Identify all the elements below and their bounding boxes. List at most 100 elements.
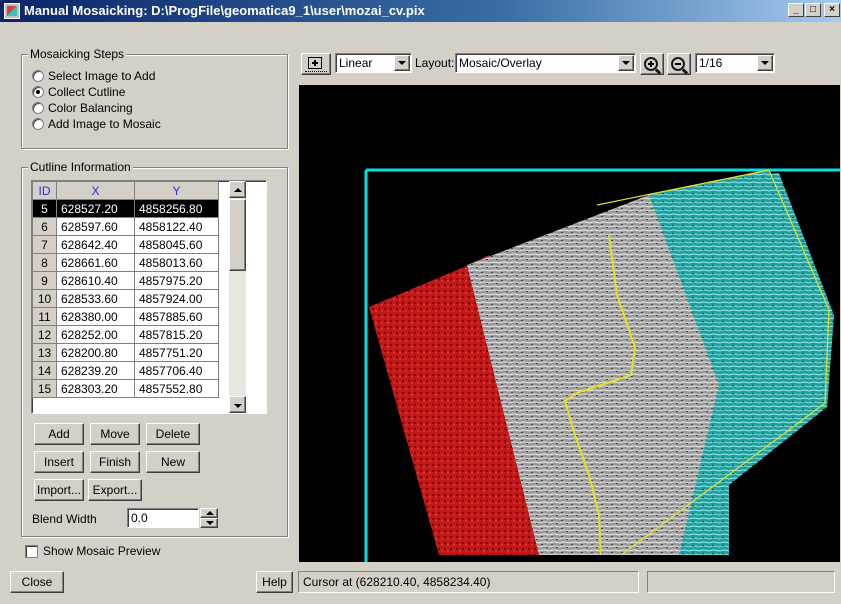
- mosaicking-steps-label: Mosaicking Steps: [28, 47, 127, 61]
- show-preview-label: Show Mosaic Preview: [43, 544, 161, 558]
- fit-to-window-button[interactable]: [301, 53, 331, 75]
- export-button[interactable]: Export...: [88, 479, 142, 501]
- scroll-down-button[interactable]: [229, 396, 246, 413]
- add-button[interactable]: Add: [34, 423, 84, 445]
- blend-width-spinner[interactable]: [200, 508, 218, 528]
- cell-id[interactable]: 12: [32, 325, 57, 344]
- cell-y[interactable]: 4858122.40: [134, 217, 219, 236]
- cell-y[interactable]: 4857552.80: [134, 379, 219, 398]
- spin-up-icon: [206, 511, 214, 515]
- import-button[interactable]: Import...: [34, 479, 84, 501]
- table-row[interactable]: 10 628533.60 4857924.00: [32, 289, 219, 308]
- delete-button[interactable]: Delete: [146, 423, 200, 445]
- blend-width-input[interactable]: 0.0: [127, 508, 199, 528]
- arrow-up-icon: [234, 188, 242, 192]
- cell-x[interactable]: 628200.80: [56, 343, 135, 362]
- blend-width-value: 0.0: [131, 511, 148, 525]
- cell-x[interactable]: 628239.20: [56, 361, 135, 380]
- cell-x[interactable]: 628252.00: [56, 325, 135, 344]
- cell-y[interactable]: 4857706.40: [134, 361, 219, 380]
- layout-label: Layout:: [415, 56, 455, 70]
- zoom-out-button[interactable]: [667, 53, 691, 75]
- new-button[interactable]: New: [146, 451, 200, 473]
- column-header-id[interactable]: ID: [32, 181, 57, 200]
- cell-x[interactable]: 628380.00: [56, 307, 135, 326]
- cell-id[interactable]: 8: [32, 253, 57, 272]
- cell-y[interactable]: 4858045.60: [134, 235, 219, 254]
- cell-y[interactable]: 4857815.20: [134, 325, 219, 344]
- scroll-up-button[interactable]: [229, 181, 246, 198]
- help-button[interactable]: Help: [256, 571, 293, 593]
- cell-x[interactable]: 628642.40: [56, 235, 135, 254]
- cell-id[interactable]: 10: [32, 289, 57, 308]
- chevron-down-icon: [761, 61, 769, 65]
- stretch-dropdown-button[interactable]: [394, 55, 410, 71]
- cell-y[interactable]: 4858256.80: [134, 199, 219, 218]
- step-option-label: Collect Cutline: [48, 85, 126, 99]
- table-row[interactable]: 15 628303.20 4857552.80: [32, 379, 219, 398]
- finish-button[interactable]: Finish: [90, 451, 140, 473]
- step-radio[interactable]: [32, 102, 44, 114]
- zoom-in-button[interactable]: [640, 53, 664, 75]
- cell-id[interactable]: 9: [32, 271, 57, 290]
- cell-x[interactable]: 628527.20: [56, 199, 135, 218]
- title-bar[interactable]: Manual Mosaicking: D:\ProgFile\geomatica…: [0, 0, 841, 22]
- cutline-information-label: Cutline Information: [28, 160, 133, 174]
- table-row[interactable]: 7 628642.40 4858045.60: [32, 235, 219, 254]
- cell-id[interactable]: 5: [32, 199, 57, 218]
- cell-x[interactable]: 628610.40: [56, 271, 135, 290]
- cutline-scrollbar[interactable]: [229, 181, 246, 413]
- cell-id[interactable]: 13: [32, 343, 57, 362]
- step-radio[interactable]: [32, 70, 44, 82]
- layout-select[interactable]: Mosaic/Overlay: [455, 53, 636, 73]
- cell-id[interactable]: 11: [32, 307, 57, 326]
- spin-up-button[interactable]: [200, 508, 218, 518]
- manual-mosaicking-window: Manual Mosaicking: D:\ProgFile\geomatica…: [0, 0, 841, 604]
- table-row[interactable]: 5 628527.20 4858256.80: [32, 199, 219, 218]
- scroll-thumb[interactable]: [229, 199, 246, 271]
- cell-y[interactable]: 4858013.60: [134, 253, 219, 272]
- cell-id[interactable]: 6: [32, 217, 57, 236]
- cell-y[interactable]: 4857751.20: [134, 343, 219, 362]
- layout-dropdown-button[interactable]: [618, 55, 634, 71]
- zoom-dropdown-button[interactable]: [757, 55, 773, 71]
- table-row[interactable]: 14 628239.20 4857706.40: [32, 361, 219, 380]
- move-button[interactable]: Move: [90, 423, 140, 445]
- zoom-select[interactable]: 1/16: [695, 53, 775, 73]
- cell-x[interactable]: 628661.60: [56, 253, 135, 272]
- close-button[interactable]: Close: [10, 571, 64, 593]
- table-row[interactable]: 13 628200.80 4857751.20: [32, 343, 219, 362]
- table-row[interactable]: 9 628610.40 4857975.20: [32, 271, 219, 290]
- cell-id[interactable]: 7: [32, 235, 57, 254]
- step-option-label: Select Image to Add: [48, 69, 156, 83]
- spin-down-button[interactable]: [200, 518, 218, 528]
- cell-y[interactable]: 4857975.20: [134, 271, 219, 290]
- stretch-value: Linear: [339, 56, 373, 70]
- cell-x[interactable]: 628303.20: [56, 379, 135, 398]
- show-preview-checkbox[interactable]: [25, 545, 38, 558]
- cell-x[interactable]: 628533.60: [56, 289, 135, 308]
- layout-value: Mosaic/Overlay: [459, 56, 542, 70]
- image-viewer[interactable]: [299, 85, 840, 562]
- step-radio[interactable]: [32, 86, 44, 98]
- table-row[interactable]: 12 628252.00 4857815.20: [32, 325, 219, 344]
- cell-y[interactable]: 4857885.60: [134, 307, 219, 326]
- table-row[interactable]: 8 628661.60 4858013.60: [32, 253, 219, 272]
- stretch-select[interactable]: Linear: [335, 53, 412, 73]
- table-row[interactable]: 6 628597.60 4858122.40: [32, 217, 219, 236]
- column-header-y[interactable]: Y: [134, 181, 219, 200]
- minimize-button[interactable]: _: [788, 3, 804, 17]
- blend-width-label: Blend Width: [32, 512, 97, 526]
- cell-id[interactable]: 14: [32, 361, 57, 380]
- cursor-status: Cursor at (628210.40, 4858234.40): [298, 571, 639, 593]
- table-row[interactable]: 11 628380.00 4857885.60: [32, 307, 219, 326]
- cell-id[interactable]: 15: [32, 379, 57, 398]
- cell-y[interactable]: 4857924.00: [134, 289, 219, 308]
- close-window-button[interactable]: ×: [824, 3, 840, 17]
- column-header-x[interactable]: X: [56, 181, 135, 200]
- step-radio[interactable]: [32, 118, 44, 130]
- insert-button[interactable]: Insert: [34, 451, 84, 473]
- maximize-button[interactable]: □: [805, 3, 821, 17]
- mosaic-canvas[interactable]: [299, 85, 840, 562]
- cell-x[interactable]: 628597.60: [56, 217, 135, 236]
